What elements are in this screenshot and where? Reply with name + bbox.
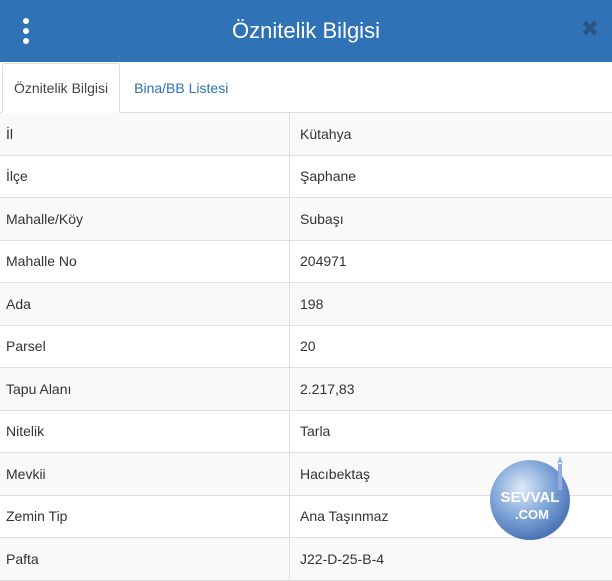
tab-attribute-info[interactable]: Öznitelik Bilgisi — [2, 63, 120, 113]
attribute-value: 198 — [290, 283, 612, 326]
tab-building-list[interactable]: Bina/BB Listesi — [120, 63, 239, 112]
attribute-value: 2.217,83 — [290, 368, 612, 411]
menu-dot — [23, 28, 29, 34]
close-icon[interactable]: ✖ — [578, 17, 602, 41]
dialog-title: Öznitelik Bilgisi — [232, 18, 380, 44]
table-row: Parsel20 — [0, 325, 612, 368]
watermark-logo: SEVVAL .COM — [484, 452, 580, 544]
table-row: Tapu Alanı2.217,83 — [0, 368, 612, 411]
table-row: Mahalle No204971 — [0, 240, 612, 283]
menu-icon[interactable] — [18, 16, 34, 46]
attribute-label: Mahalle No — [0, 240, 290, 283]
attribute-value: Tarla — [290, 410, 612, 453]
table-row: Ada198 — [0, 283, 612, 326]
table-row: İlçeŞaphane — [0, 155, 612, 198]
attribute-label: Parsel — [0, 325, 290, 368]
tab-bar: Öznitelik Bilgisi Bina/BB Listesi — [0, 62, 612, 113]
attribute-value: Subaşı — [290, 198, 612, 241]
attribute-label: Tapu Alanı — [0, 368, 290, 411]
attribute-label: İlçe — [0, 155, 290, 198]
attribute-value: 20 — [290, 325, 612, 368]
menu-dot — [23, 18, 29, 24]
attribute-value: 204971 — [290, 240, 612, 283]
table-row: Mahalle/KöySubaşı — [0, 198, 612, 241]
attribute-label: Nitelik — [0, 410, 290, 453]
attribute-label: Mahalle/Köy — [0, 198, 290, 241]
attribute-label: Mevkii — [0, 453, 290, 496]
table-row: İlKütahya — [0, 113, 612, 155]
attribute-value: Şaphane — [290, 155, 612, 198]
watermark-text-top: SEVVAL — [501, 489, 560, 506]
attribute-label: İl — [0, 113, 290, 155]
menu-dot — [23, 38, 29, 44]
dialog-header: Öznitelik Bilgisi ✖ — [0, 0, 612, 62]
watermark-text-bottom: .COM — [515, 507, 549, 522]
attribute-label: Ada — [0, 283, 290, 326]
attribute-label: Pafta — [0, 538, 290, 581]
attribute-label: Zemin Tip — [0, 495, 290, 538]
table-row: NitelikTarla — [0, 410, 612, 453]
attribute-value: Kütahya — [290, 113, 612, 155]
